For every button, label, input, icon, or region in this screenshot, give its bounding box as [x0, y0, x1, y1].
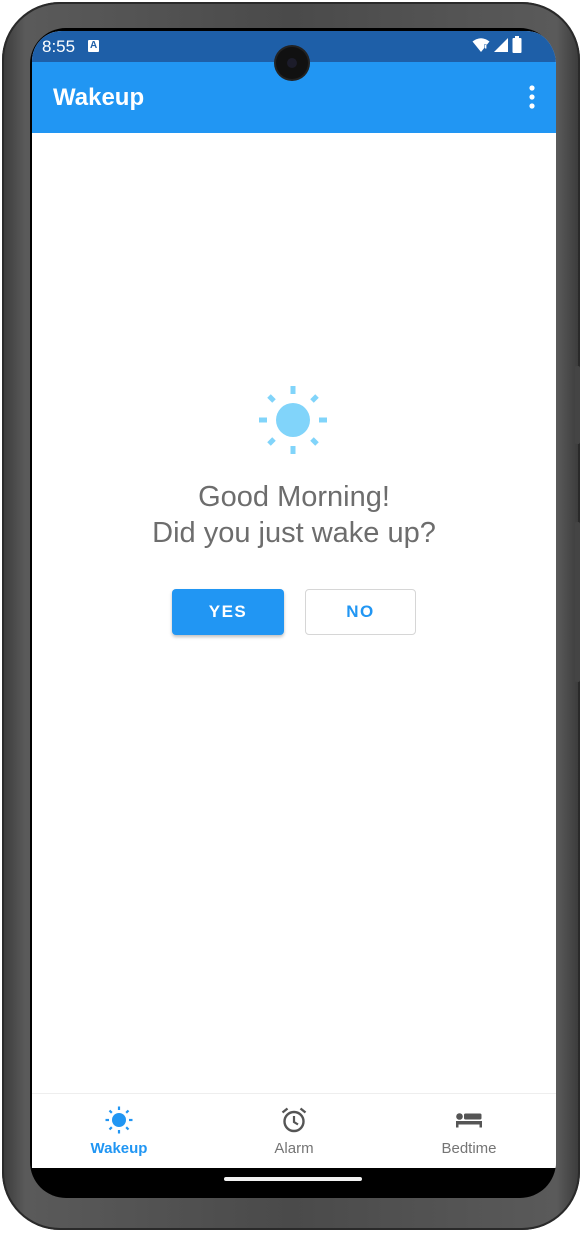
sun-icon	[259, 386, 327, 454]
battery-icon	[512, 36, 522, 53]
main-content: Good Morning! Did you just wake up? YES …	[32, 133, 556, 1093]
greeting-text: Good Morning! Did you just wake up?	[32, 479, 556, 551]
sun-icon	[105, 1106, 133, 1134]
gesture-navigation-bar[interactable]	[224, 1177, 362, 1181]
signal-icon	[494, 37, 508, 52]
nav-label-bedtime: Bedtime	[441, 1140, 497, 1157]
greeting-line-2: Did you just wake up?	[152, 517, 436, 549]
no-button[interactable]: NO	[305, 589, 416, 635]
bed-icon	[456, 1113, 482, 1128]
status-icons	[472, 36, 522, 53]
yes-button[interactable]: YES	[172, 589, 284, 635]
app-title: Wakeup	[53, 84, 145, 111]
volume-button	[575, 366, 580, 444]
nav-item-alarm[interactable]: Alarm	[207, 1094, 381, 1168]
front-camera	[276, 47, 308, 79]
nav-label-alarm: Alarm	[274, 1140, 314, 1157]
nav-item-bedtime[interactable]: Bedtime	[382, 1094, 556, 1168]
greeting-line-1: Good Morning!	[198, 481, 390, 513]
nav-item-wakeup[interactable]: Wakeup	[32, 1094, 206, 1168]
notification-a-icon: A	[88, 40, 99, 52]
screen-bezel: 8:55 A Wakeup Good Morning! Did you just…	[30, 28, 556, 1198]
alarm-clock-icon	[281, 1107, 307, 1133]
wifi-icon	[472, 37, 490, 52]
nav-label-wakeup: Wakeup	[90, 1140, 148, 1157]
screen: 8:55 A Wakeup Good Morning! Did you just…	[32, 31, 556, 1168]
bottom-navigation: Wakeup Alarm Bedtime	[32, 1093, 556, 1168]
more-vert-icon[interactable]	[528, 85, 536, 109]
status-time: 8:55	[42, 37, 76, 56]
phone-frame: 8:55 A Wakeup Good Morning! Did you just…	[2, 2, 580, 1230]
power-button	[575, 522, 580, 682]
